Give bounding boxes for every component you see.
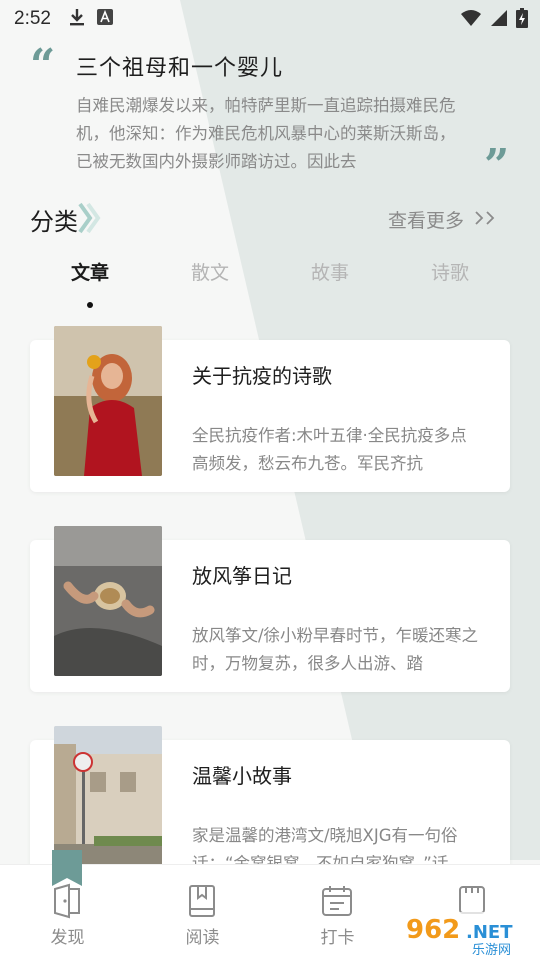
woman-red-dress-photo bbox=[54, 326, 162, 476]
chevron-decoration-icon bbox=[78, 202, 102, 238]
tab-prose[interactable]: 散文 bbox=[150, 258, 270, 314]
category-header: 分类 查看更多 bbox=[30, 200, 510, 240]
tab-stories[interactable]: 故事 bbox=[270, 258, 390, 314]
svg-text:.NET: .NET bbox=[466, 922, 513, 943]
article-excerpt: 全民抗疫作者:木叶五律·全民抗疫多点高频发，愁云布九苍。军民齐抗 bbox=[192, 426, 467, 473]
book-icon bbox=[184, 883, 220, 919]
category-title: 分类 bbox=[30, 208, 78, 236]
double-chevron-right-icon bbox=[474, 209, 498, 231]
signal-icon bbox=[490, 9, 508, 32]
discover-icon bbox=[49, 883, 85, 919]
watermark-logo: 962 .NET 乐游网 bbox=[398, 908, 540, 960]
tab-articles[interactable]: 文章 bbox=[30, 258, 150, 314]
quote-title: 三个祖母和一个婴儿 bbox=[76, 56, 284, 81]
status-bar: 2:52 bbox=[0, 0, 540, 38]
article-title: 放风筝日记 bbox=[192, 564, 292, 588]
nav-label: 打卡 bbox=[320, 928, 355, 948]
close-quote-icon: ” bbox=[484, 140, 510, 191]
view-more-link[interactable]: 查看更多 bbox=[388, 206, 498, 233]
nav-label: 阅读 bbox=[185, 928, 220, 948]
svg-text:乐游网: 乐游网 bbox=[472, 943, 511, 958]
wifi-icon bbox=[460, 9, 482, 32]
article-title: 温馨小故事 bbox=[192, 764, 292, 788]
article-excerpt: 放风筝文/徐小粉早春时节，乍暖还寒之时，万物复苏，很多人出游、踏 bbox=[192, 626, 479, 673]
tab-label: 诗歌 bbox=[430, 262, 469, 284]
svg-text:962: 962 bbox=[406, 915, 460, 945]
quote-body: 自难民潮爆发以来，帕特萨里斯一直追踪拍摄难民危机，他深知：作为难民危机风暴中心的… bbox=[76, 96, 456, 171]
tab-poems[interactable]: 诗歌 bbox=[390, 258, 510, 314]
download-icon bbox=[69, 8, 85, 31]
tab-label: 故事 bbox=[310, 262, 349, 284]
active-tab-indicator bbox=[87, 302, 93, 308]
bookmark-ribbon-icon bbox=[52, 850, 82, 886]
status-time: 2:52 bbox=[14, 8, 51, 29]
hands-holding-cup-photo bbox=[54, 526, 162, 676]
checkin-icon bbox=[319, 883, 355, 919]
tab-label: 文章 bbox=[70, 262, 109, 284]
article-title: 关于抗疫的诗歌 bbox=[192, 364, 332, 388]
nav-label: 发现 bbox=[50, 928, 85, 948]
tab-label: 散文 bbox=[190, 262, 229, 284]
nav-checkin[interactable]: 打卡 bbox=[270, 865, 405, 960]
open-quote-icon: “ bbox=[30, 40, 56, 91]
category-tabs: 文章 散文 故事 诗歌 bbox=[30, 258, 510, 314]
nav-read[interactable]: 阅读 bbox=[135, 865, 270, 960]
battery-icon bbox=[516, 8, 528, 33]
a-icon bbox=[96, 8, 113, 30]
article-card[interactable]: 关于抗疫的诗歌 全民抗疫作者:木叶五律·全民抗疫多点高频发，愁云布九苍。军民齐抗 bbox=[30, 326, 510, 492]
featured-quote[interactable]: “ 三个祖母和一个婴儿 自难民潮爆发以来，帕特萨里斯一直追踪拍摄难民危机，他深知… bbox=[26, 40, 516, 188]
article-card[interactable]: 放风筝日记 放风筝文/徐小粉早春时节，乍暖还寒之时，万物复苏，很多人出游、踏 bbox=[30, 526, 510, 692]
view-more-label: 查看更多 bbox=[387, 210, 464, 232]
